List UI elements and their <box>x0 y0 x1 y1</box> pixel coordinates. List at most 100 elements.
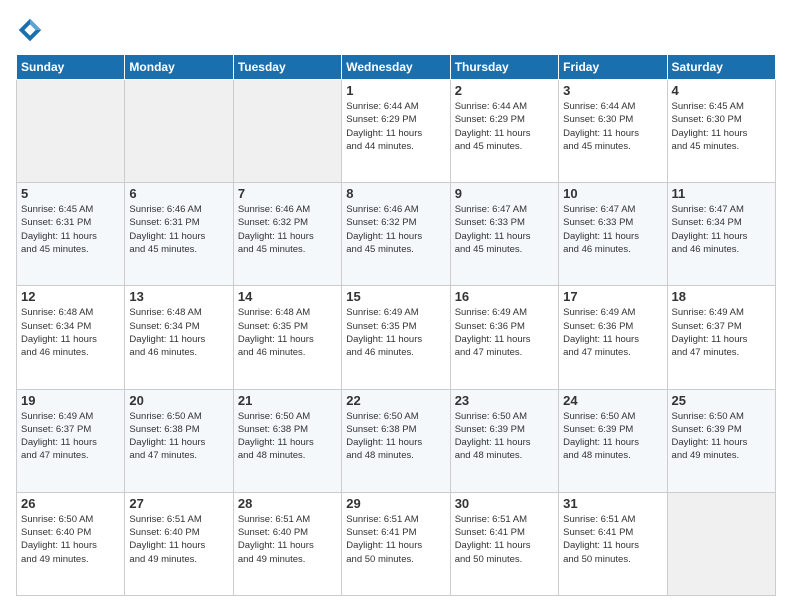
day-cell: 8Sunrise: 6:46 AMSunset: 6:32 PMDaylight… <box>342 183 450 286</box>
day-number: 2 <box>455 83 554 98</box>
day-cell: 21Sunrise: 6:50 AMSunset: 6:38 PMDayligh… <box>233 389 341 492</box>
info-line: Daylight: 11 hours <box>346 230 445 243</box>
info-line: Daylight: 11 hours <box>238 436 337 449</box>
day-info: Sunrise: 6:48 AMSunset: 6:35 PMDaylight:… <box>238 306 337 359</box>
info-line: Sunset: 6:32 PM <box>346 216 445 229</box>
info-line: and 49 minutes. <box>21 553 120 566</box>
info-line: Sunset: 6:34 PM <box>672 216 771 229</box>
info-line: and 45 minutes. <box>346 243 445 256</box>
day-cell: 18Sunrise: 6:49 AMSunset: 6:37 PMDayligh… <box>667 286 775 389</box>
header-cell-sunday: Sunday <box>17 55 125 80</box>
logo-icon <box>16 16 44 44</box>
day-number: 16 <box>455 289 554 304</box>
info-line: Sunset: 6:39 PM <box>672 423 771 436</box>
calendar-body: 1Sunrise: 6:44 AMSunset: 6:29 PMDaylight… <box>17 80 776 596</box>
day-info: Sunrise: 6:48 AMSunset: 6:34 PMDaylight:… <box>21 306 120 359</box>
info-line: and 46 minutes. <box>238 346 337 359</box>
info-line: and 47 minutes. <box>672 346 771 359</box>
day-info: Sunrise: 6:51 AMSunset: 6:40 PMDaylight:… <box>129 513 228 566</box>
day-info: Sunrise: 6:49 AMSunset: 6:37 PMDaylight:… <box>672 306 771 359</box>
info-line: Sunset: 6:29 PM <box>455 113 554 126</box>
info-line: Daylight: 11 hours <box>455 333 554 346</box>
info-line: Sunrise: 6:51 AM <box>346 513 445 526</box>
day-cell: 13Sunrise: 6:48 AMSunset: 6:34 PMDayligh… <box>125 286 233 389</box>
day-cell: 25Sunrise: 6:50 AMSunset: 6:39 PMDayligh… <box>667 389 775 492</box>
info-line: Daylight: 11 hours <box>455 127 554 140</box>
day-cell: 17Sunrise: 6:49 AMSunset: 6:36 PMDayligh… <box>559 286 667 389</box>
day-cell: 23Sunrise: 6:50 AMSunset: 6:39 PMDayligh… <box>450 389 558 492</box>
info-line: Sunset: 6:29 PM <box>346 113 445 126</box>
info-line: and 44 minutes. <box>346 140 445 153</box>
day-cell: 22 Sunrise: 6:50 AMSunset: 6:38 PMDayligh… <box>342 389 450 492</box>
info-line: Sunset: 6:33 PM <box>455 216 554 229</box>
day-info: Sunrise: 6:50 AMSunset: 6:39 PMDaylight:… <box>455 410 554 463</box>
info-line: Sunrise: 6:47 AM <box>672 203 771 216</box>
info-line: Sunrise: 6:50 AM <box>563 410 662 423</box>
info-line: Sunset: 6:38 PM <box>238 423 337 436</box>
info-line: Sunrise: 6:50 AM <box>238 410 337 423</box>
header-cell-friday: Friday <box>559 55 667 80</box>
info-line: Daylight: 11 hours <box>672 230 771 243</box>
info-line: Sunset: 6:31 PM <box>21 216 120 229</box>
day-cell: 30Sunrise: 6:51 AMSunset: 6:41 PMDayligh… <box>450 492 558 595</box>
info-line: and 47 minutes. <box>129 449 228 462</box>
info-line: Daylight: 11 hours <box>455 230 554 243</box>
day-info: Sunrise: 6:48 AMSunset: 6:34 PMDaylight:… <box>129 306 228 359</box>
info-line: Daylight: 11 hours <box>346 127 445 140</box>
header-cell-thursday: Thursday <box>450 55 558 80</box>
info-line: Sunrise: 6:49 AM <box>346 306 445 319</box>
info-line: Sunrise: 6:46 AM <box>129 203 228 216</box>
info-line: Sunset: 6:33 PM <box>563 216 662 229</box>
info-line: and 48 minutes. <box>455 449 554 462</box>
info-line: and 46 minutes. <box>129 346 228 359</box>
info-line: Daylight: 11 hours <box>563 230 662 243</box>
day-number: 14 <box>238 289 337 304</box>
info-line: Sunrise: 6:49 AM <box>455 306 554 319</box>
day-info: Sunrise: 6:49 AMSunset: 6:36 PMDaylight:… <box>563 306 662 359</box>
day-cell <box>233 80 341 183</box>
info-line: Sunset: 6:41 PM <box>563 526 662 539</box>
info-line: Daylight: 11 hours <box>238 539 337 552</box>
info-line: Daylight: 11 hours <box>346 436 445 449</box>
day-number: 4 <box>672 83 771 98</box>
day-number: 28 <box>238 496 337 511</box>
info-line: Sunrise: 6:46 AM <box>346 203 445 216</box>
day-cell: 20Sunrise: 6:50 AMSunset: 6:38 PMDayligh… <box>125 389 233 492</box>
day-cell: 19Sunrise: 6:49 AMSunset: 6:37 PMDayligh… <box>17 389 125 492</box>
info-line: Daylight: 11 hours <box>455 539 554 552</box>
day-info: Sunrise: 6:50 AMSunset: 6:38 PMDaylight:… <box>129 410 228 463</box>
info-line: Sunset: 6:41 PM <box>346 526 445 539</box>
info-line: Daylight: 11 hours <box>129 333 228 346</box>
info-line: Daylight: 11 hours <box>238 230 337 243</box>
info-line: Sunrise: 6:50 AM <box>21 513 120 526</box>
day-info: Sunrise: 6:51 AMSunset: 6:40 PMDaylight:… <box>238 513 337 566</box>
info-line: and 50 minutes. <box>455 553 554 566</box>
day-cell <box>17 80 125 183</box>
info-line: Daylight: 11 hours <box>129 436 228 449</box>
calendar-table: SundayMondayTuesdayWednesdayThursdayFrid… <box>16 54 776 596</box>
day-number: 30 <box>455 496 554 511</box>
day-cell: 1Sunrise: 6:44 AMSunset: 6:29 PMDaylight… <box>342 80 450 183</box>
day-info: Sunrise: 6:51 AMSunset: 6:41 PMDaylight:… <box>563 513 662 566</box>
day-info: Sunrise: 6:50 AMSunset: 6:38 PMDaylight:… <box>346 410 445 463</box>
day-number: 25 <box>672 393 771 408</box>
info-line: Sunrise: 6:47 AM <box>455 203 554 216</box>
day-info: Sunrise: 6:46 AMSunset: 6:32 PMDaylight:… <box>238 203 337 256</box>
calendar-header: SundayMondayTuesdayWednesdayThursdayFrid… <box>17 55 776 80</box>
info-line: and 47 minutes. <box>21 449 120 462</box>
day-info: Sunrise: 6:47 AMSunset: 6:33 PMDaylight:… <box>563 203 662 256</box>
day-cell <box>125 80 233 183</box>
info-line: Sunrise: 6:45 AM <box>21 203 120 216</box>
day-cell: 12Sunrise: 6:48 AMSunset: 6:34 PMDayligh… <box>17 286 125 389</box>
day-number: 22 <box>346 393 445 408</box>
info-line: Sunset: 6:40 PM <box>129 526 228 539</box>
day-cell: 10Sunrise: 6:47 AMSunset: 6:33 PMDayligh… <box>559 183 667 286</box>
info-line: and 45 minutes. <box>238 243 337 256</box>
info-line: Sunrise: 6:45 AM <box>672 100 771 113</box>
day-info: Sunrise: 6:50 AMSunset: 6:39 PMDaylight:… <box>563 410 662 463</box>
day-cell: 26Sunrise: 6:50 AMSunset: 6:40 PMDayligh… <box>17 492 125 595</box>
info-line: Sunrise: 6:50 AM <box>455 410 554 423</box>
info-line: Sunrise: 6:50 AM <box>129 410 228 423</box>
info-line: and 46 minutes. <box>672 243 771 256</box>
day-info: Sunrise: 6:44 AMSunset: 6:30 PMDaylight:… <box>563 100 662 153</box>
